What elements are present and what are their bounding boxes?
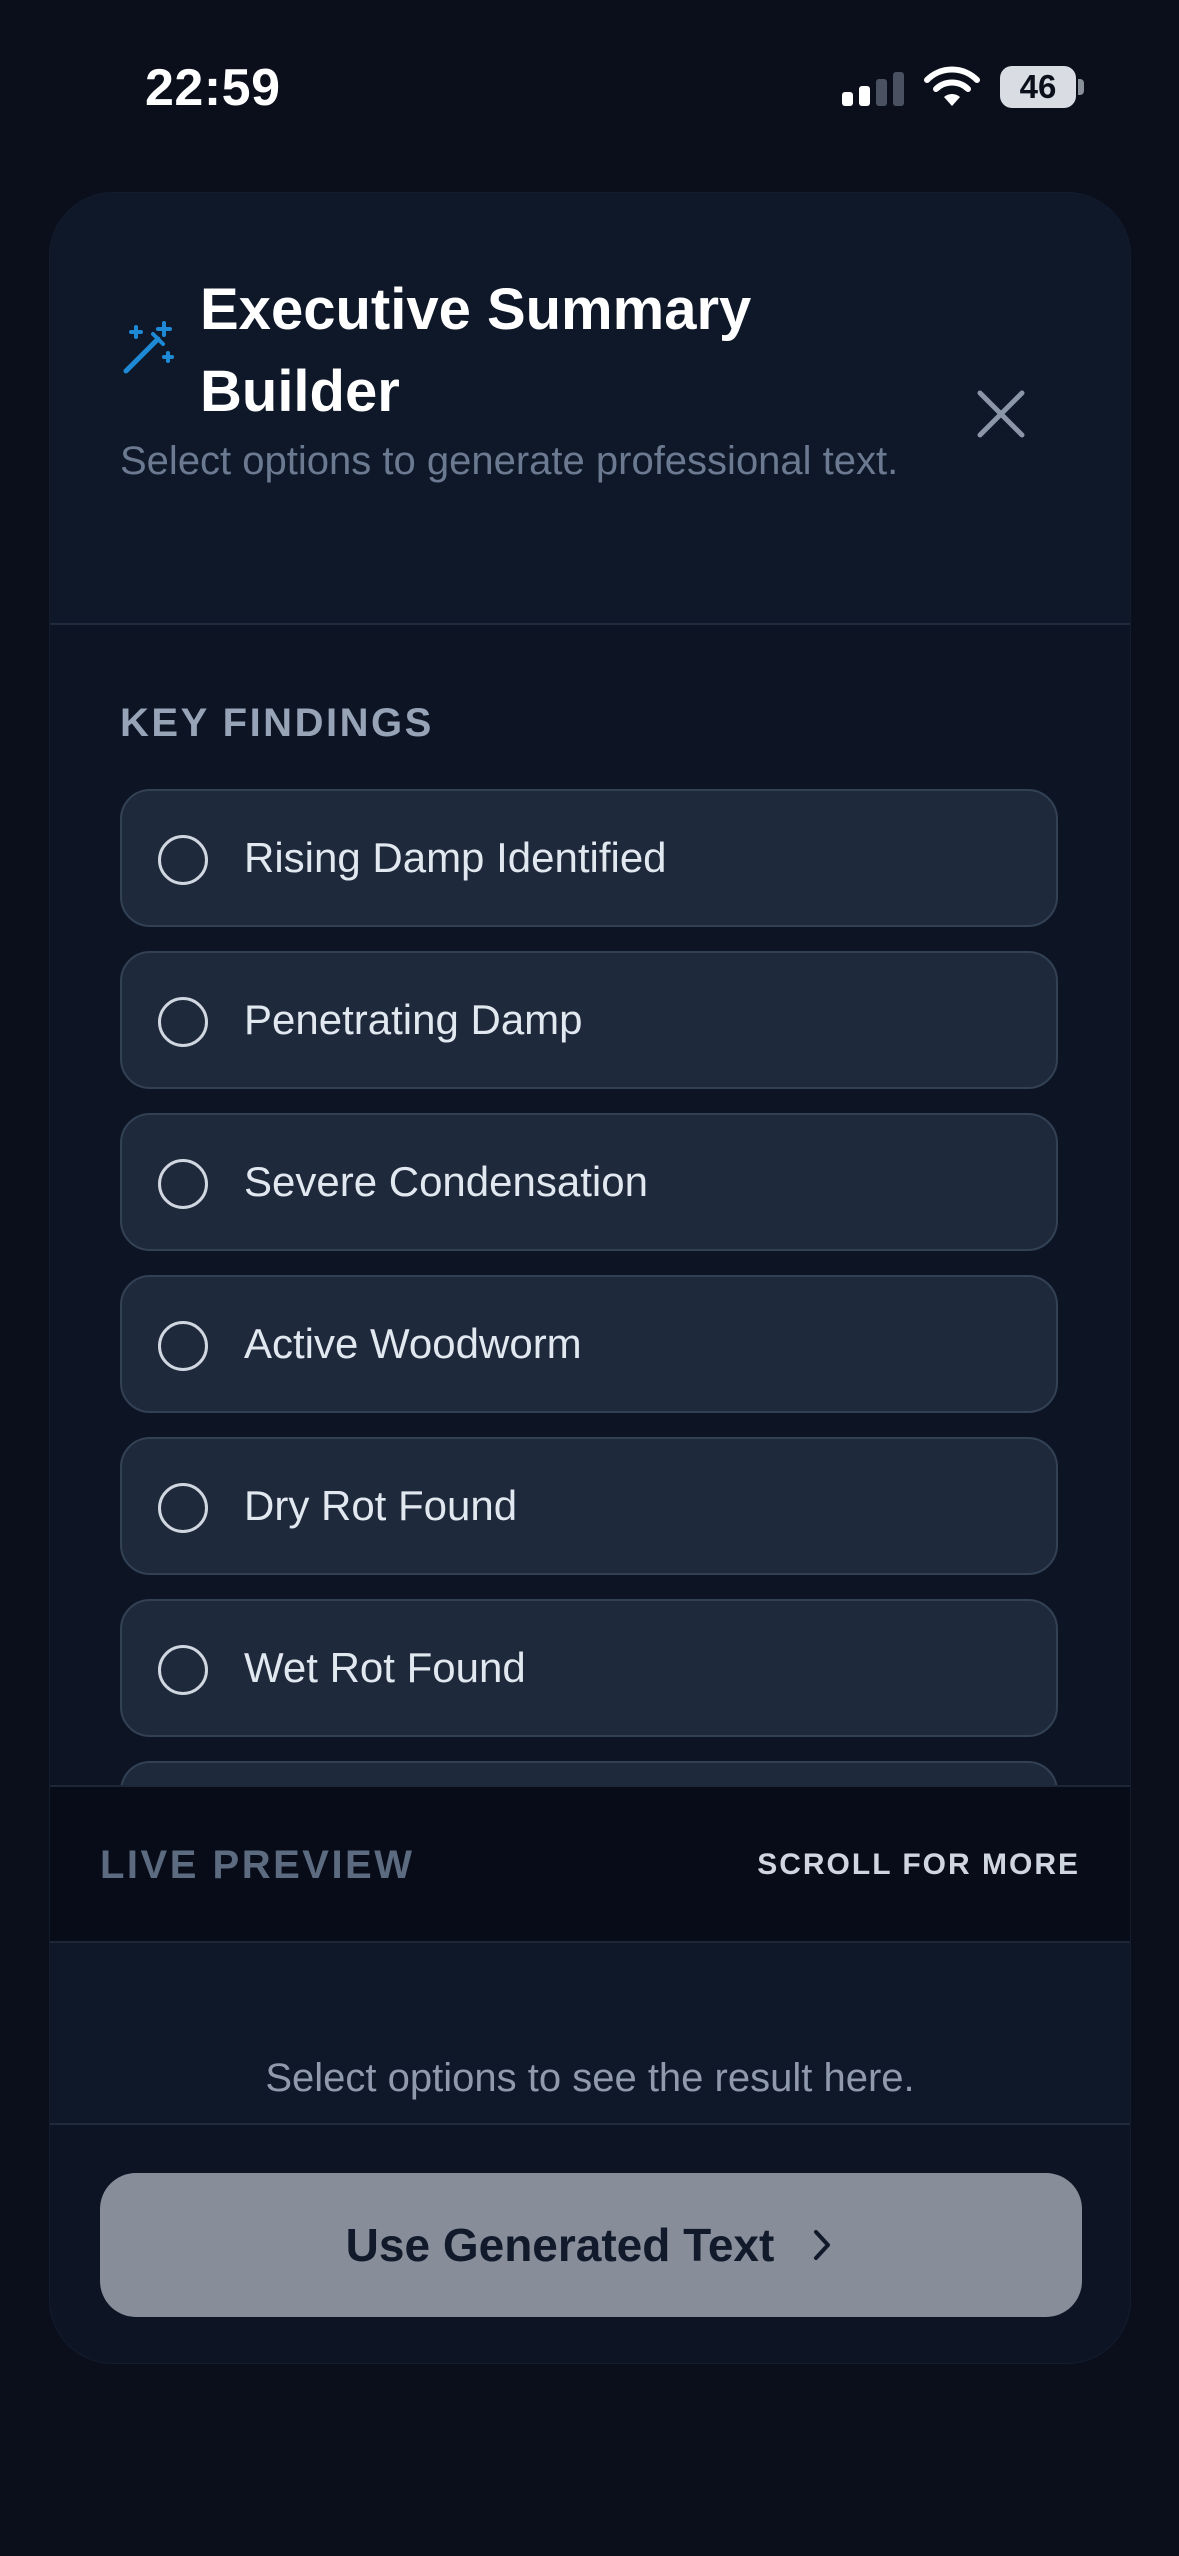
button-label: Use Generated Text [345, 2219, 775, 2271]
option-label: Penetrating Damp [244, 996, 583, 1043]
battery-cap [1078, 79, 1084, 95]
battery-level: 46 [1019, 68, 1057, 105]
chevron-right-icon [814, 2230, 831, 2260]
option-rising-damp[interactable]: Rising Damp Identified [120, 789, 1058, 927]
status-icons: 46 [842, 64, 1084, 112]
use-generated-text-button[interactable]: Use Generated Text [100, 2173, 1082, 2317]
option-wet-rot[interactable]: Wet Rot Found [120, 1599, 1058, 1737]
option-label: Dry Rot Found [244, 1482, 518, 1529]
radio-icon [158, 1483, 208, 1533]
live-preview-body: Select options to see the result here. [50, 1943, 1130, 2125]
option-label: Wet Rot Found [244, 1644, 526, 1691]
live-preview-header: LIVE PREVIEW SCROLL FOR MORE [50, 1785, 1130, 1943]
key-findings-label: KEY FINDINGS [120, 701, 434, 745]
scroll-hint: SCROLL FOR MORE [757, 1848, 1080, 1881]
radio-icon [158, 835, 208, 885]
option-label: Active Woodworm [244, 1320, 582, 1367]
modal-subtitle: Select options to generate professional … [120, 439, 899, 483]
key-findings-list: Rising Damp Identified Penetrating Damp … [120, 789, 1058, 1801]
option-active-woodworm[interactable]: Active Woodworm [120, 1275, 1058, 1413]
signal-icon [842, 72, 904, 106]
radio-icon [158, 1321, 208, 1371]
option-penetrating-damp[interactable]: Penetrating Damp [120, 951, 1058, 1089]
option-severe-condensation[interactable]: Severe Condensation [120, 1113, 1058, 1251]
modal-title: Executive Summary Builder [200, 277, 752, 424]
modal-header: Executive Summary Builder Select options… [50, 193, 1130, 625]
radio-icon [158, 997, 208, 1047]
live-preview-label: LIVE PREVIEW [100, 1843, 415, 1887]
screen: 22:59 46 Executive Summary Builder Selec… [0, 0, 1179, 2556]
magic-wand-icon [123, 321, 174, 374]
preview-placeholder: Select options to see the result here. [265, 2056, 915, 2100]
radio-icon [158, 1645, 208, 1695]
option-label: Severe Condensation [244, 1158, 648, 1205]
executive-summary-modal: Executive Summary Builder Select options… [49, 192, 1131, 2364]
battery-icon: 46 [1000, 66, 1076, 108]
wifi-icon [924, 66, 980, 106]
radio-icon [158, 1159, 208, 1209]
close-icon[interactable] [970, 383, 1032, 445]
option-label: Rising Damp Identified [244, 834, 667, 881]
option-dry-rot[interactable]: Dry Rot Found [120, 1437, 1058, 1575]
status-time: 22:59 [145, 59, 281, 117]
